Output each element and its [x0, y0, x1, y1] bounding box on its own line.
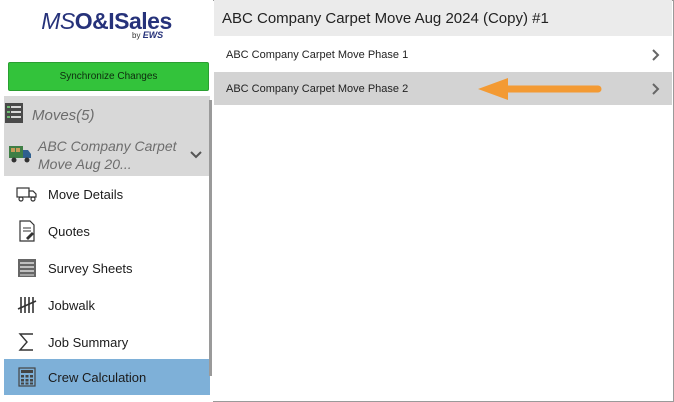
sidebar-item-label: Quotes: [48, 223, 90, 239]
list-item-label: ABC Company Carpet Move Phase 2: [226, 82, 409, 95]
page-title: ABC Company Carpet Move Aug 2024 (Copy) …: [222, 10, 549, 27]
current-move-selector[interactable]: ABC Company Carpet Move Aug 20...: [4, 134, 210, 176]
truck-icon: [16, 183, 38, 205]
document-pen-icon: [16, 220, 38, 242]
moving-truck-icon: [8, 142, 32, 169]
sigma-icon: [16, 331, 38, 353]
orange-arrow-annotation: [478, 77, 604, 108]
moves-header[interactable]: Moves(5): [4, 100, 95, 130]
tally-icon: [16, 294, 38, 316]
sidebar-scrollbar[interactable]: [209, 100, 212, 376]
list-item-label: ABC Company Carpet Move Phase 1: [226, 48, 409, 61]
logo-ms: MS: [41, 8, 75, 34]
page-header: ABC Company Carpet Move Aug 2024 (Copy) …: [214, 0, 672, 36]
sidebar-item-label: Job Summary: [48, 334, 129, 350]
chevron-right-icon: [652, 48, 660, 66]
sidebar-item-job-summary[interactable]: Job Summary: [4, 324, 210, 360]
list-item-phase-1[interactable]: ABC Company Carpet Move Phase 1: [214, 38, 672, 71]
moves-label: Moves(5): [32, 106, 95, 124]
sidebar-item-crew-calculation[interactable]: Crew Calculation: [4, 359, 210, 395]
logo-by: by: [132, 31, 141, 40]
sidebar-item-move-details[interactable]: Move Details: [4, 176, 210, 212]
sidebar-item-quotes[interactable]: Quotes: [4, 213, 210, 249]
chevron-down-icon[interactable]: [190, 146, 202, 164]
app-logo: MSO&ISales: [0, 8, 213, 35]
list-icon: [4, 102, 24, 129]
current-move-label: ABC Company Carpet Move Aug 20...: [38, 138, 177, 172]
sidebar-item-label: Move Details: [48, 186, 124, 202]
sidebar-item-label: Survey Sheets: [48, 260, 133, 276]
sync-label: Synchronize Changes: [59, 71, 158, 82]
sidebar-item-survey-sheets[interactable]: Survey Sheets: [4, 250, 210, 286]
list-sheet-icon: [16, 257, 38, 279]
synchronize-changes-button[interactable]: Synchronize Changes: [8, 62, 209, 91]
sidebar-item-label: Crew Calculation: [48, 369, 147, 385]
logo-oi: O&I: [74, 8, 115, 34]
logo-byline: by EWS: [132, 30, 163, 40]
sidebar-item-label: Jobwalk: [48, 297, 95, 313]
logo-ews: EWS: [142, 30, 164, 40]
sidebar: MSO&ISales by EWS Synchronize Changes Mo…: [0, 0, 213, 402]
chevron-right-icon: [652, 82, 660, 100]
calculator-icon: [16, 366, 38, 388]
sidebar-item-jobwalk[interactable]: Jobwalk: [4, 287, 210, 323]
